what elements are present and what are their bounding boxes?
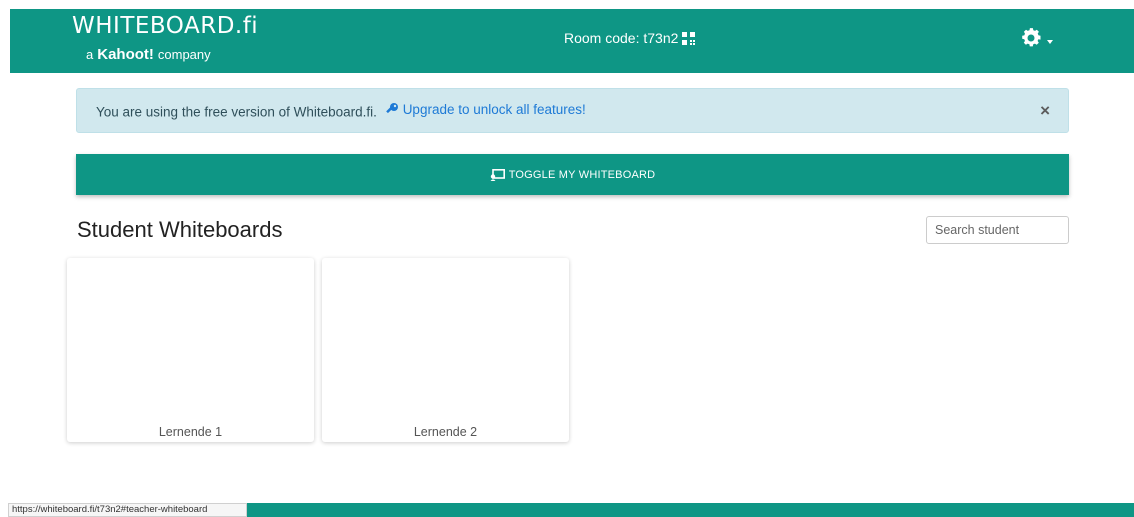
settings-menu-button[interactable] [1019,26,1053,50]
search-student-input[interactable] [926,216,1069,244]
page-title: Student Whiteboards [77,217,283,242]
room-code-text: Room code: t73n2 [564,30,679,46]
brand-sub-suffix: company [157,47,211,62]
student-name: Lernende 1 [158,425,223,439]
brand-sub-prefix: a [86,47,94,62]
upgrade-link-label: Upgrade to unlock all features! [402,101,586,117]
footer-bar [247,503,1134,517]
key-icon [385,103,398,114]
close-icon[interactable]: × [1040,101,1050,121]
kahoot-logo: Kahoot! [97,46,154,63]
alert-text: You are using the free version of Whiteb… [96,104,377,120]
student-name: Lernende 2 [413,425,478,439]
whiteboard-icon [490,168,505,181]
toggle-whiteboard-label: TOGGLE MY WHITEBOARD [508,168,656,181]
chevron-down-icon [1047,40,1053,44]
student-whiteboard-card[interactable]: Lernende 2 [322,258,569,442]
toggle-whiteboard-button[interactable]: TOGGLE MY WHITEBOARD [76,154,1069,195]
top-navbar: WHITEBOARD.fi a Kahoot! company Room cod… [10,9,1134,73]
upgrade-link[interactable]: Upgrade to unlock all features! [385,102,586,117]
upgrade-alert: You are using the free version of Whiteb… [76,88,1069,133]
qr-code-icon[interactable] [682,31,696,45]
brand-logo[interactable]: WHITEBOARD.fi a Kahoot! company [72,12,258,63]
browser-status-url: https://whiteboard.fi/t73n2#teacher-whit… [8,503,247,517]
student-whiteboard-card[interactable]: Lernende 1 [67,258,314,442]
alert-message: You are using the free version of Whiteb… [96,102,586,120]
brand-subtitle: a Kahoot! company [86,46,258,63]
gear-icon [1022,28,1041,47]
brand-title: WHITEBOARD.fi [72,13,259,39]
room-code: Room code: t73n2 [564,30,696,46]
